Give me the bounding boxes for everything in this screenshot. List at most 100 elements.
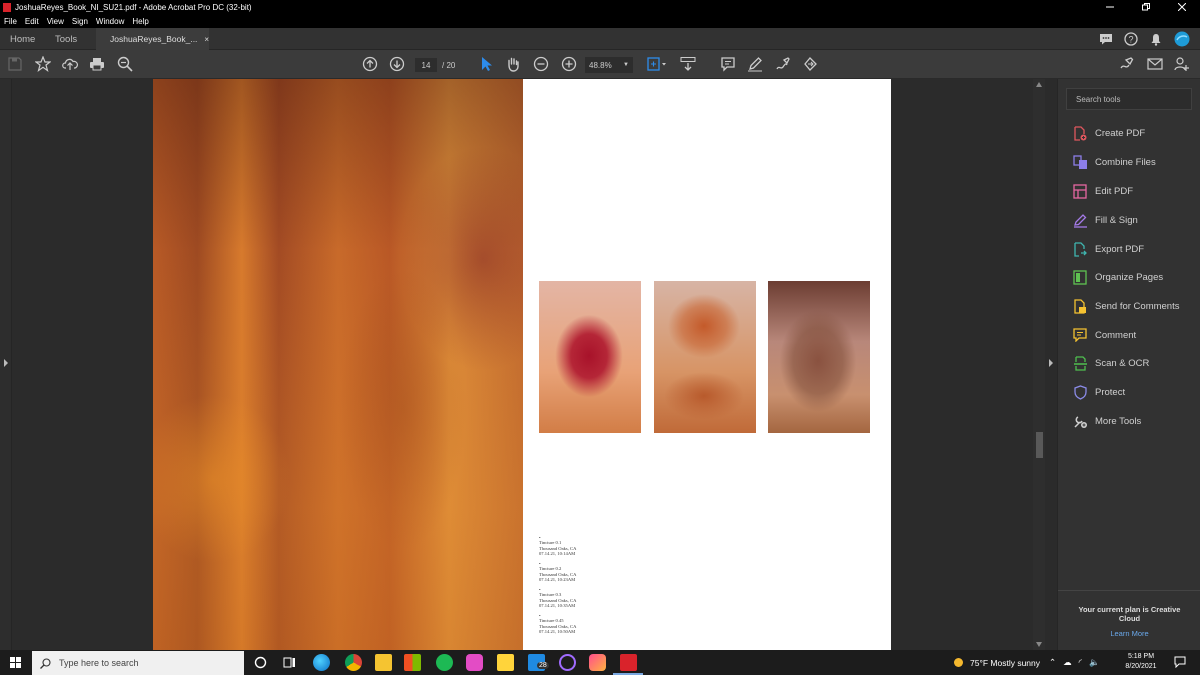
- share-review-icon[interactable]: [801, 55, 819, 73]
- tool-send-for-comments[interactable]: Send for Comments: [1072, 298, 1198, 314]
- tab-tools[interactable]: Tools: [55, 28, 77, 50]
- close-tab-icon[interactable]: ×: [204, 35, 209, 44]
- tool-fill-sign[interactable]: Fill & Sign: [1072, 212, 1198, 228]
- creative-app-icon[interactable]: [466, 654, 483, 671]
- tool-create-pdf[interactable]: Create PDF: [1072, 125, 1198, 141]
- notifications-bell-icon[interactable]: [1147, 30, 1165, 48]
- save-icon[interactable]: [6, 55, 24, 73]
- menu-sign[interactable]: Sign: [68, 17, 92, 26]
- scrollbar-thumb[interactable]: [1036, 432, 1043, 458]
- tool-comment[interactable]: Comment: [1072, 327, 1198, 343]
- microsoft-store-icon[interactable]: [404, 654, 421, 671]
- email-icon[interactable]: [1146, 55, 1164, 73]
- tool-more-tools[interactable]: More Tools: [1072, 413, 1198, 429]
- cortana-icon[interactable]: [254, 656, 267, 669]
- system-tray: 75°F Mostly sunny ⌃ ☁ ◜ 🔈: [952, 650, 1100, 675]
- learn-more-link[interactable]: Learn More: [1058, 629, 1200, 638]
- taskbar-clock[interactable]: 5:18 PM 8/20/2021: [1121, 652, 1161, 672]
- vertical-scrollbar[interactable]: [1033, 79, 1045, 650]
- caption-date: 07.14.21, 10:50AM: [539, 629, 576, 635]
- fit-page-icon[interactable]: [645, 55, 669, 73]
- edge-browser-icon[interactable]: [313, 654, 330, 671]
- chrome-browser-icon[interactable]: [345, 654, 362, 671]
- sign-request-icon[interactable]: [1118, 55, 1136, 73]
- wifi-icon[interactable]: ◜: [1079, 657, 1082, 668]
- weather-text[interactable]: 75°F Mostly sunny: [970, 658, 1040, 668]
- expand-left-panel-icon[interactable]: [3, 359, 9, 367]
- comment-tool-icon[interactable]: [719, 55, 737, 73]
- scroll-down-icon[interactable]: [1036, 642, 1042, 647]
- weather-sun-icon[interactable]: [952, 656, 965, 669]
- menu-window[interactable]: Window: [92, 17, 128, 26]
- volume-icon[interactable]: 🔈: [1089, 657, 1100, 668]
- window-title: JoshuaReyes_Book_NI_SU21.pdf - Adobe Acr…: [15, 2, 252, 12]
- tool-combine-files[interactable]: Combine Files: [1072, 154, 1198, 170]
- collapse-right-panel-icon[interactable]: [1048, 359, 1054, 367]
- tab-document[interactable]: JoshuaReyes_Book_... ×: [96, 28, 209, 50]
- tab-document-label: JoshuaReyes_Book_...: [110, 34, 198, 44]
- account-avatar-icon[interactable]: [1173, 30, 1191, 48]
- tool-organize-pages[interactable]: Organize Pages: [1072, 269, 1198, 285]
- tool-label: More Tools: [1095, 415, 1142, 427]
- tool-export-pdf[interactable]: Export PDF: [1072, 241, 1198, 257]
- sticky-notes-icon[interactable]: [497, 654, 514, 671]
- taskbar-search-box[interactable]: Type here to search: [32, 651, 244, 675]
- windows-start-icon[interactable]: [10, 657, 21, 668]
- circle-app-icon[interactable]: [559, 654, 576, 671]
- minimize-button[interactable]: [1092, 0, 1128, 14]
- bookmark-star-icon[interactable]: [34, 55, 52, 73]
- highlight-pen-icon[interactable]: [746, 55, 764, 73]
- scroll-up-icon[interactable]: [1036, 82, 1042, 87]
- tool-edit-pdf[interactable]: Edit PDF: [1072, 183, 1198, 199]
- left-panel-collapsed: [0, 79, 12, 650]
- caption-date: 07.14.21, 10:14AM: [539, 551, 576, 557]
- upload-cloud-icon[interactable]: [61, 55, 79, 73]
- caption-date: 07.14.21, 10:35AM: [539, 603, 576, 609]
- restore-button[interactable]: [1128, 0, 1164, 14]
- show-hidden-icons-icon[interactable]: ⌃: [1049, 657, 1056, 668]
- caption-1: • Tincture 0.1 Thousand Oaks, CA 07.14.2…: [539, 535, 576, 557]
- previous-page-icon[interactable]: [361, 55, 379, 73]
- search-tools-input[interactable]: Search tools: [1066, 88, 1192, 110]
- print-icon[interactable]: [88, 55, 106, 73]
- menu-file[interactable]: File: [0, 17, 21, 26]
- notification-center-icon[interactable]: [1174, 656, 1186, 668]
- chat-icon[interactable]: [1097, 30, 1115, 48]
- comment-icon: [1072, 327, 1088, 343]
- mail-icon[interactable]: 28: [528, 654, 549, 671]
- close-window-button[interactable]: [1164, 0, 1200, 14]
- acrobat-taskbar-icon[interactable]: [620, 654, 637, 671]
- document-viewer[interactable]: • Tincture 0.1 Thousand Oaks, CA 07.14.2…: [12, 79, 1045, 650]
- tab-home[interactable]: Home: [10, 28, 35, 50]
- zoom-in-icon[interactable]: [560, 55, 578, 73]
- select-pointer-icon[interactable]: [477, 55, 495, 73]
- current-page-input[interactable]: 14: [415, 58, 437, 72]
- clock-date: 8/20/2021: [1125, 663, 1157, 670]
- hand-tool-icon[interactable]: [504, 55, 522, 73]
- find-zoom-icon[interactable]: [116, 55, 134, 73]
- create-pdf-icon: [1072, 125, 1088, 141]
- add-user-icon[interactable]: [1173, 55, 1191, 73]
- task-view-icon[interactable]: [283, 656, 296, 669]
- spotify-icon[interactable]: [436, 654, 453, 671]
- scrolling-mode-icon[interactable]: [679, 55, 697, 73]
- file-explorer-icon[interactable]: [375, 654, 392, 671]
- sign-pen-icon[interactable]: [774, 55, 792, 73]
- taskbar-search-placeholder: Type here to search: [59, 658, 139, 668]
- next-page-icon[interactable]: [388, 55, 406, 73]
- tool-protect[interactable]: Protect: [1072, 384, 1198, 400]
- menu-help[interactable]: Help: [128, 17, 152, 26]
- zoom-level-select[interactable]: 48.8% ▼: [585, 57, 633, 73]
- photos-app-icon[interactable]: [589, 654, 606, 671]
- export-pdf-icon: [1072, 241, 1088, 257]
- zoom-out-icon[interactable]: [532, 55, 550, 73]
- tool-label: Protect: [1095, 386, 1126, 398]
- menu-edit[interactable]: Edit: [21, 17, 43, 26]
- menu-view[interactable]: View: [43, 17, 68, 26]
- plan-info: Your current plan is Creative Cloud Lear…: [1058, 590, 1200, 638]
- network-icon[interactable]: ☁: [1063, 657, 1072, 668]
- help-icon[interactable]: ?: [1122, 30, 1140, 48]
- tool-scan-ocr[interactable]: Scan & OCR: [1072, 355, 1198, 371]
- caption-3: • Tincture 0.3 Thousand Oaks, CA 07.14.2…: [539, 587, 576, 609]
- caption-4: • Tincture 0.45 Thousand Oaks, CA 07.14.…: [539, 613, 576, 635]
